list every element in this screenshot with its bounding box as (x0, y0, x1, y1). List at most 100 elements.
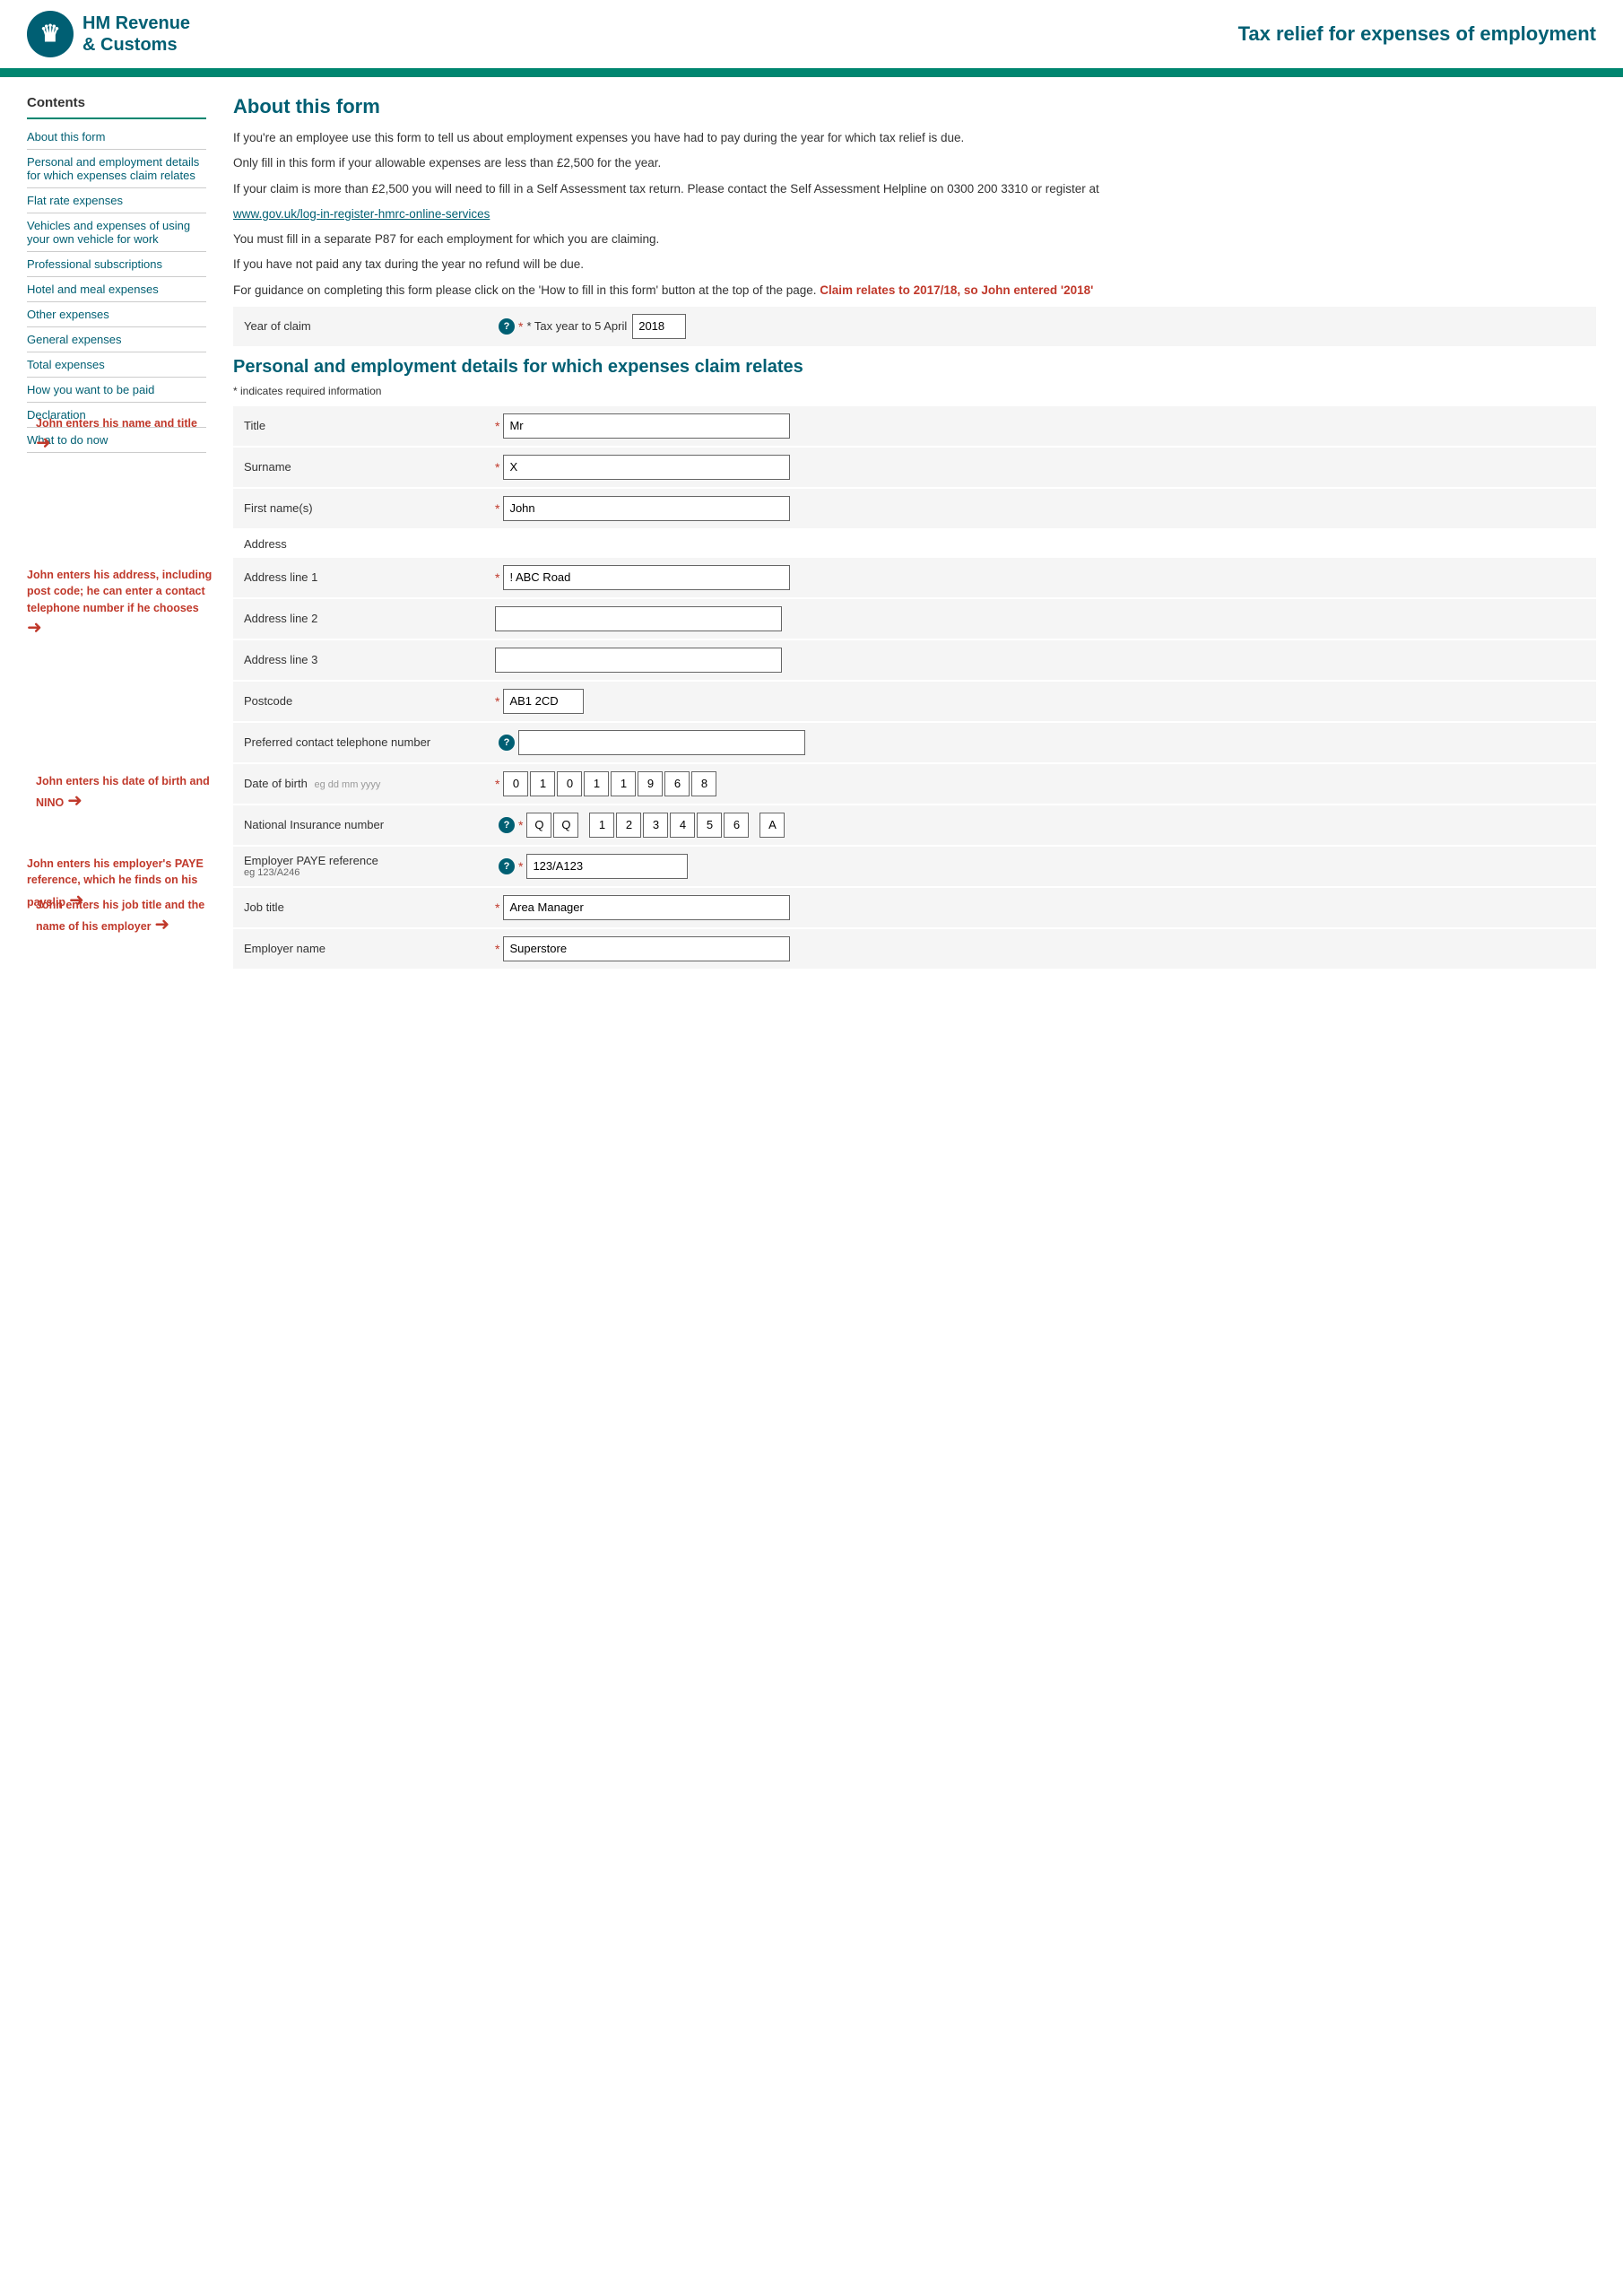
about-para-5: You must fill in a separate P87 for each… (233, 230, 1596, 248)
required-note: * indicates required information (233, 385, 1596, 397)
annotation-address: John enters his address, including post … (27, 567, 215, 639)
address1-input[interactable] (503, 565, 790, 590)
dob-y3[interactable] (664, 771, 690, 796)
postcode-required-star: * (495, 694, 499, 709)
telephone-row: Preferred contact telephone number ? (233, 723, 1596, 762)
logo-text: HM Revenue & Customs (82, 13, 190, 56)
highlight-note: Claim relates to 2017/18, so John entere… (820, 283, 1093, 297)
personal-section: Personal and employment details for whic… (233, 357, 1596, 969)
svg-text:♛: ♛ (39, 20, 60, 47)
employer-name-label: Employer name (244, 942, 495, 955)
telephone-input[interactable] (518, 730, 805, 755)
ni-label: National Insurance number (244, 818, 495, 831)
sidebar-item-general[interactable]: General expenses (27, 327, 206, 352)
year-of-claim-label: Year of claim (244, 319, 495, 333)
ni-n4[interactable] (670, 813, 695, 838)
ni-l2[interactable] (553, 813, 578, 838)
surname-input[interactable] (503, 455, 790, 480)
sidebar-item-hotel[interactable]: Hotel and meal expenses (27, 277, 206, 302)
about-para-7: For guidance on completing this form ple… (233, 282, 1596, 300)
firstname-field-row: First name(s) * (233, 489, 1596, 528)
annotation-name-title: John enters his name and title ➜ (36, 415, 215, 455)
dob-d1[interactable] (503, 771, 528, 796)
job-title-required-star: * (495, 900, 499, 915)
sidebar-item-vehicles[interactable]: Vehicles and expenses of using your own … (27, 213, 206, 252)
firstname-required-star: * (495, 501, 499, 516)
dob-y1[interactable] (611, 771, 636, 796)
sidebar-divider (27, 117, 206, 119)
postcode-label: Postcode (244, 694, 495, 708)
page-header: ♛ HM Revenue & Customs Tax relief for ex… (0, 0, 1623, 72)
dob-m2[interactable] (584, 771, 609, 796)
postcode-row: Postcode * (233, 682, 1596, 721)
ni-n1[interactable] (589, 813, 614, 838)
sidebar-item-other[interactable]: Other expenses (27, 302, 206, 327)
sidebar: Contents About this form Personal and em… (27, 95, 206, 970)
address2-row: Address line 2 (233, 599, 1596, 639)
dob-required-star: * (495, 777, 499, 791)
dob-label: Date of birth eg dd mm yyyy (244, 777, 495, 790)
address3-input[interactable] (495, 648, 782, 673)
dob-d2[interactable] (530, 771, 555, 796)
paye-row: Employer PAYE reference eg 123/A246 ? * (233, 847, 1596, 886)
dob-y4[interactable] (691, 771, 716, 796)
content-area: About this form If you're an employee us… (233, 95, 1596, 970)
job-title-input[interactable] (503, 895, 790, 920)
employer-name-row: Employer name * (233, 929, 1596, 969)
dob-annotation-wrapper: John enters his date of birth and NINO ➜… (233, 764, 1596, 845)
about-section: About this form If you're an employee us… (233, 95, 1596, 346)
about-section-title: About this form (233, 95, 1596, 118)
surname-field-label: Surname (244, 460, 495, 474)
annotation-dob-nino: John enters his date of birth and NINO ➜ (36, 773, 215, 813)
telephone-label: Preferred contact telephone number (244, 735, 495, 749)
sidebar-item-about[interactable]: About this form (27, 125, 206, 150)
ni-n5[interactable] (697, 813, 722, 838)
title-field-label: Title (244, 419, 495, 432)
dob-m1[interactable] (557, 771, 582, 796)
sidebar-heading: Contents (27, 95, 206, 110)
title-input[interactable] (503, 413, 790, 439)
personal-section-title: Personal and employment details for whic… (233, 357, 1596, 378)
employer-name-required-star: * (495, 942, 499, 956)
ni-required-star: * (518, 818, 523, 832)
sidebar-item-personal[interactable]: Personal and employment details for whic… (27, 150, 206, 188)
postcode-input[interactable] (503, 689, 584, 714)
ni-n6[interactable] (724, 813, 749, 838)
main-layout: Contents About this form Personal and em… (0, 77, 1623, 988)
sidebar-item-paid[interactable]: How you want to be paid (27, 378, 206, 403)
sidebar-item-total[interactable]: Total expenses (27, 352, 206, 378)
about-para-2: Only fill in this form if your allowable… (233, 154, 1596, 172)
name-annotation-wrapper: John enters his name and title ➜ Title *… (233, 406, 1596, 528)
sidebar-item-flatrate[interactable]: Flat rate expenses (27, 188, 206, 213)
year-label-text: * Tax year to 5 April (526, 319, 627, 333)
firstname-input[interactable] (503, 496, 790, 521)
paye-annotation-wrapper: John enters his employer's PAYE referenc… (233, 847, 1596, 886)
ni-s1[interactable] (759, 813, 785, 838)
ni-n3[interactable] (643, 813, 668, 838)
title-required-star: * (495, 419, 499, 433)
paye-input[interactable] (526, 854, 688, 879)
address-annotation-wrapper: John enters his address, including post … (233, 558, 1596, 762)
ni-n2[interactable] (616, 813, 641, 838)
address1-row: Address line 1 * (233, 558, 1596, 597)
about-link[interactable]: www.gov.uk/log-in-register-hmrc-online-s… (233, 205, 1596, 223)
ni-l1[interactable] (526, 813, 551, 838)
address2-input[interactable] (495, 606, 782, 631)
address3-label: Address line 3 (244, 653, 495, 666)
surname-required-star: * (495, 460, 499, 474)
address3-row: Address line 3 (233, 640, 1596, 680)
paye-help-icon[interactable]: ? (499, 858, 515, 874)
address2-label: Address line 2 (244, 612, 495, 625)
year-input[interactable] (632, 314, 686, 339)
page-title: Tax relief for expenses of employment (1238, 22, 1596, 46)
ni-help-icon[interactable]: ? (499, 817, 515, 833)
year-required-star: * (518, 319, 523, 334)
employer-name-input[interactable] (503, 936, 790, 961)
sidebar-item-professional[interactable]: Professional subscriptions (27, 252, 206, 277)
dob-y2[interactable] (638, 771, 663, 796)
dob-row: Date of birth eg dd mm yyyy * (233, 764, 1596, 804)
telephone-help-icon[interactable]: ? (499, 735, 515, 751)
address1-required-star: * (495, 570, 499, 585)
year-help-icon[interactable]: ? (499, 318, 515, 335)
logo-area: ♛ HM Revenue & Customs (27, 11, 190, 57)
